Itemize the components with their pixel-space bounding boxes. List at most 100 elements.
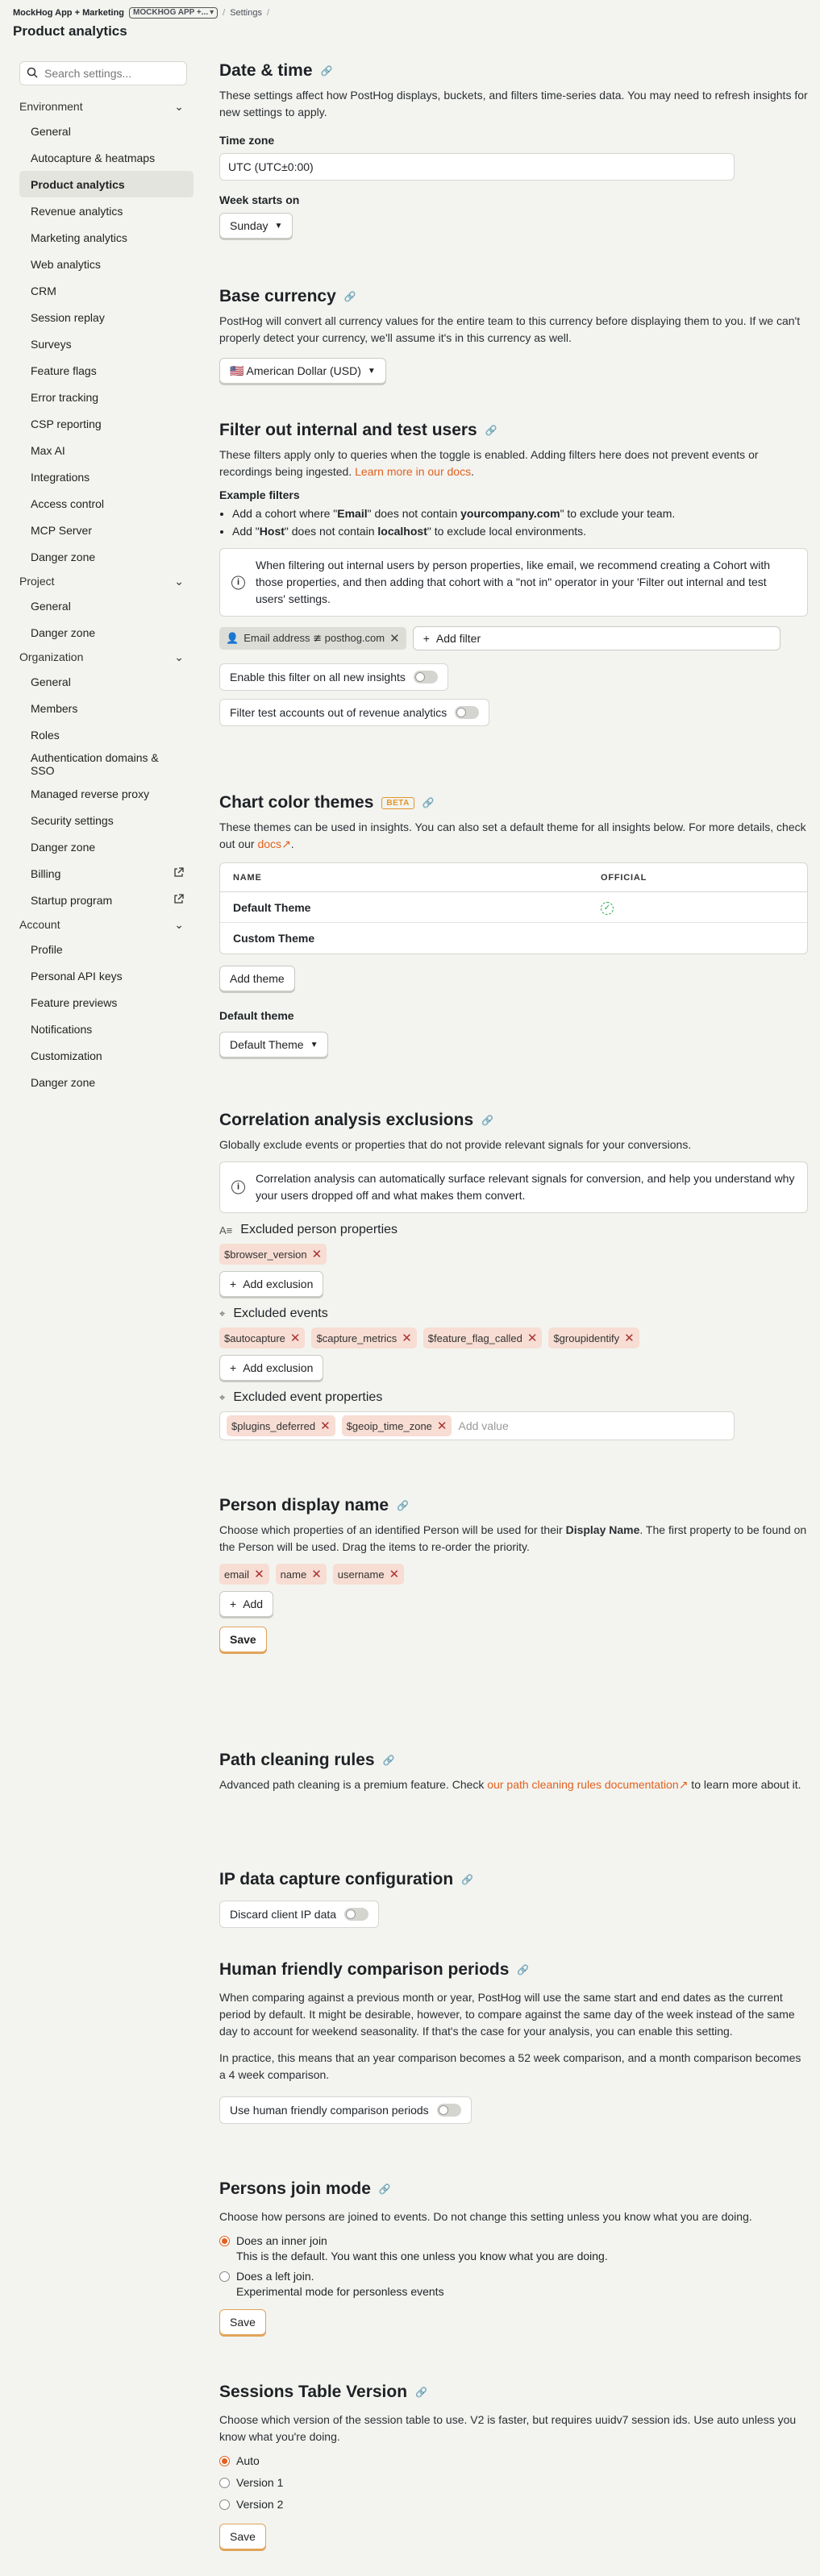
exclusion-chip[interactable]: $browser_version ✕ (219, 1244, 327, 1265)
sidebar-item-feature-flags[interactable]: Feature flags (19, 357, 194, 384)
sidebar-item-env-danger-zone[interactable]: Danger zone (19, 543, 194, 570)
week-start-select[interactable]: Sunday ▼ (219, 213, 293, 239)
close-icon[interactable]: ✕ (312, 1249, 323, 1261)
toggle-switch[interactable] (344, 1908, 369, 1921)
save-button[interactable]: Save (219, 2309, 266, 2335)
default-theme-select[interactable]: Default Theme ▼ (219, 1032, 329, 1057)
sidebar-item-account-danger-zone[interactable]: Danger zone (19, 1069, 194, 1095)
toggle-switch[interactable] (455, 706, 480, 719)
radio-button[interactable] (219, 2499, 230, 2510)
sidebar-item-api-keys[interactable]: Personal API keys (19, 962, 194, 989)
sidebar-item-integrations[interactable]: Integrations (19, 463, 194, 490)
close-icon[interactable]: ✕ (624, 1332, 635, 1344)
table-row[interactable]: Default Theme ✓ (220, 892, 807, 923)
link-icon[interactable]: 🔗 (397, 1500, 409, 1511)
sidebar-item-auth-domains[interactable]: Authentication domains & SSO (19, 748, 194, 780)
exclusion-chip[interactable]: $feature_flag_called ✕ (422, 1327, 543, 1348)
display-name-chip[interactable]: name ✕ (275, 1564, 327, 1585)
join-option-inner[interactable]: Does an inner join This is the default. Y… (219, 2233, 808, 2264)
close-icon[interactable]: ✕ (389, 1568, 400, 1581)
link-icon[interactable]: 🔗 (517, 1964, 529, 1976)
close-icon[interactable]: ✕ (290, 1332, 301, 1344)
exclusion-chip[interactable]: $autocapture ✕ (219, 1327, 306, 1348)
sidebar-item-access-control[interactable]: Access control (19, 490, 194, 517)
table-row[interactable]: Custom Theme (220, 923, 807, 954)
link-icon[interactable]: 🔗 (344, 291, 356, 302)
sidebar-item-notifications[interactable]: Notifications (19, 1016, 194, 1042)
link-icon[interactable]: 🔗 (383, 1755, 395, 1766)
sidebar-item-session-replay[interactable]: Session replay (19, 304, 194, 330)
link-icon[interactable]: 🔗 (415, 2387, 427, 2398)
link-icon[interactable]: 🔗 (379, 2183, 391, 2195)
display-name-chip[interactable]: username ✕ (332, 1564, 405, 1585)
close-icon[interactable]: ✕ (389, 633, 400, 645)
radio-button[interactable] (219, 2271, 230, 2282)
toggle-discard-ip[interactable]: Discard client IP data (219, 1901, 380, 1928)
sidebar-item-general[interactable]: General (19, 118, 194, 144)
close-icon[interactable]: ✕ (402, 1332, 412, 1344)
sidebar-item-org-danger-zone[interactable]: Danger zone (19, 833, 194, 860)
path-docs-link[interactable]: our path cleaning rules documentation↗ (487, 1778, 688, 1791)
timezone-select[interactable]: UTC (UTC±0:00) (219, 153, 735, 181)
sidebar-item-security-settings[interactable]: Security settings (19, 807, 194, 833)
add-property-button[interactable]: + Add (219, 1591, 274, 1617)
toggle-filter-new-insights[interactable]: Enable this filter on all new insights (219, 663, 448, 691)
add-theme-button[interactable]: Add theme (219, 966, 295, 991)
breadcrumb-org[interactable]: MockHog App + Marketing (13, 8, 124, 18)
toggle-switch[interactable] (436, 2104, 461, 2117)
sidebar-item-csp-reporting[interactable]: CSP reporting (19, 410, 194, 437)
docs-link[interactable]: docs↗ (257, 837, 290, 850)
search-input[interactable]: Search settings... (19, 61, 187, 85)
nav-group-header[interactable]: Organization ⌄ (19, 646, 194, 668)
session-version-1[interactable]: Version 1 (219, 2475, 808, 2491)
link-icon[interactable]: 🔗 (321, 65, 333, 77)
nav-group-header[interactable]: Account ⌄ (19, 913, 194, 936)
add-event-exclusion-button[interactable]: + Add exclusion (219, 1355, 324, 1381)
close-icon[interactable]: ✕ (254, 1568, 264, 1581)
toggle-switch[interactable] (413, 671, 438, 683)
sidebar-item-max-ai[interactable]: Max AI (19, 437, 194, 463)
sidebar-item-mcp-server[interactable]: MCP Server (19, 517, 194, 543)
nav-group-header[interactable]: Environment ⌄ (19, 95, 194, 118)
sidebar-item-autocapture[interactable]: Autocapture & heatmaps (19, 144, 194, 171)
save-button[interactable]: Save (219, 2524, 266, 2549)
sidebar-item-profile[interactable]: Profile (19, 936, 194, 962)
radio-button[interactable] (219, 2478, 230, 2488)
session-version-2[interactable]: Version 2 (219, 2497, 808, 2512)
sidebar-item-reverse-proxy[interactable]: Managed reverse proxy (19, 780, 194, 807)
link-icon[interactable]: 🔗 (422, 797, 435, 808)
close-icon[interactable]: ✕ (437, 1420, 447, 1432)
filter-chip[interactable]: 👤 Email address ≇ posthog.com ✕ (219, 627, 406, 650)
exclusion-chip[interactable]: $plugins_deferred ✕ (227, 1415, 335, 1436)
theme-name[interactable]: Custom Theme (220, 923, 588, 954)
close-icon[interactable]: ✕ (311, 1568, 322, 1581)
add-person-exclusion-button[interactable]: + Add exclusion (219, 1271, 324, 1297)
breadcrumb-settings[interactable]: Settings (230, 8, 262, 18)
sidebar-item-project-danger-zone[interactable]: Danger zone (19, 619, 194, 646)
sidebar-item-members[interactable]: Members (19, 695, 194, 721)
sidebar-item-roles[interactable]: Roles (19, 721, 194, 748)
sidebar-item-web-analytics[interactable]: Web analytics (19, 251, 194, 277)
sidebar-item-feature-previews[interactable]: Feature previews (19, 989, 194, 1016)
currency-select[interactable]: 🇺🇸 American Dollar (USD) ▼ (219, 358, 386, 384)
sidebar-item-crm[interactable]: CRM (19, 277, 194, 304)
radio-button[interactable] (219, 2236, 230, 2246)
project-switcher-button[interactable]: MOCKHOG APP +... ▾ (129, 7, 219, 19)
link-icon[interactable]: 🔗 (481, 1115, 493, 1126)
event-properties-multiselect[interactable]: $plugins_deferred ✕ $geoip_time_zone ✕ Add… (219, 1411, 735, 1440)
exclusion-chip[interactable]: $groupidentify ✕ (548, 1327, 639, 1348)
exclusion-chip[interactable]: $geoip_time_zone ✕ (341, 1415, 452, 1436)
add-value-placeholder[interactable]: Add value (458, 1419, 508, 1432)
theme-name[interactable]: Default Theme (220, 892, 588, 923)
add-filter-button[interactable]: + Add filter (412, 626, 780, 650)
sidebar-item-billing[interactable]: Billing (19, 860, 194, 887)
sidebar-item-revenue-analytics[interactable]: Revenue analytics (19, 197, 194, 224)
sidebar-item-marketing-analytics[interactable]: Marketing analytics (19, 224, 194, 251)
sidebar-item-customization[interactable]: Customization (19, 1042, 194, 1069)
sidebar-item-error-tracking[interactable]: Error tracking (19, 384, 194, 410)
exclusion-chip[interactable]: $capture_metrics ✕ (311, 1327, 417, 1348)
link-icon[interactable]: 🔗 (485, 425, 497, 436)
nav-group-header[interactable]: Project ⌄ (19, 570, 194, 592)
sidebar-item-surveys[interactable]: Surveys (19, 330, 194, 357)
display-name-chip[interactable]: email ✕ (219, 1564, 269, 1585)
